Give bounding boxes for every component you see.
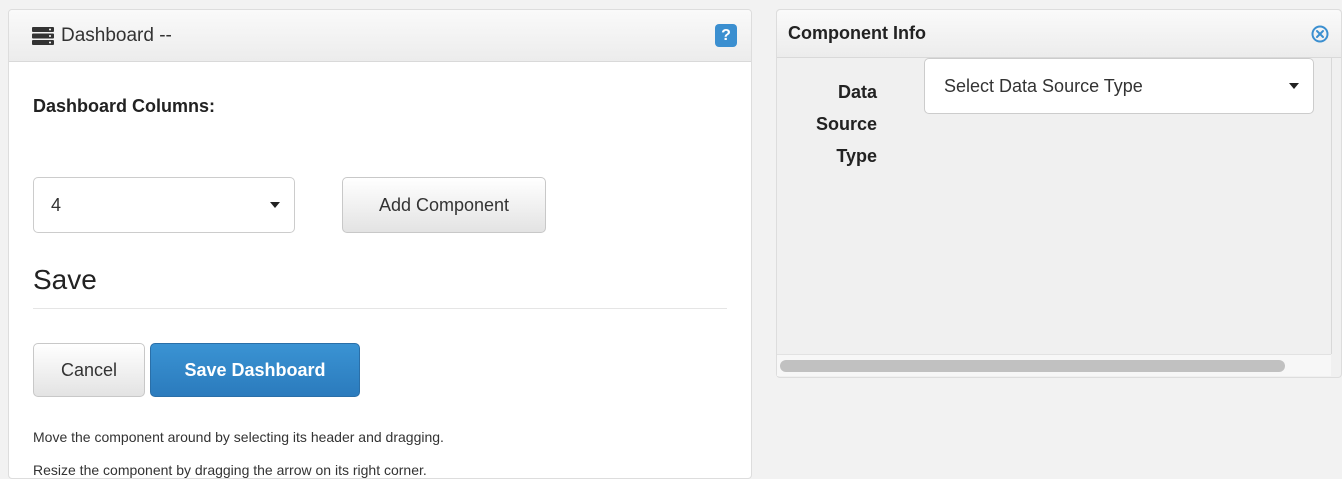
- data-source-label-line-2: Source: [815, 114, 877, 134]
- server-stack-icon: [32, 26, 54, 45]
- cancel-button[interactable]: Cancel: [33, 343, 145, 397]
- help-text-resize: Resize the component by dragging the arr…: [33, 462, 427, 478]
- component-info-panel: Component Info Data Source Type Select D…: [776, 9, 1342, 378]
- scrollbar-thumb[interactable]: [780, 360, 1285, 372]
- horizontal-scrollbar[interactable]: [777, 354, 1331, 376]
- save-dashboard-button[interactable]: Save Dashboard: [150, 343, 360, 397]
- dashboard-title: Dashboard --: [61, 24, 172, 46]
- divider: [33, 308, 727, 309]
- data-source-type-select[interactable]: Select Data Source Type: [924, 58, 1314, 114]
- save-heading: Save: [33, 264, 97, 295]
- question-mark-icon: ?: [721, 26, 731, 44]
- component-info-body: Data Source Type Select Data Source Type: [777, 58, 1331, 354]
- chevron-down-icon: [270, 202, 280, 208]
- dashboard-columns-label: Dashboard Columns:: [33, 96, 216, 116]
- dashboard-columns-value: 4: [51, 194, 62, 215]
- component-info-title: Component Info: [788, 23, 926, 43]
- dashboard-columns-select[interactable]: 4: [33, 177, 295, 233]
- help-button[interactable]: ?: [715, 24, 737, 47]
- data-source-label-line-1: Data: [837, 82, 877, 102]
- data-source-type-value: Select Data Source Type: [944, 75, 1143, 96]
- close-circle-icon[interactable]: [1311, 25, 1329, 43]
- chevron-down-icon: [1289, 83, 1299, 89]
- component-info-header[interactable]: Component Info: [777, 10, 1341, 58]
- help-text-move: Move the component around by selecting i…: [33, 429, 444, 445]
- dashboard-panel-header[interactable]: Dashboard -- ?: [9, 10, 751, 62]
- data-source-label-line-3: Type: [836, 146, 877, 166]
- dashboard-panel: Dashboard -- ? Dashboard Columns: 4 Add …: [8, 9, 752, 479]
- vertical-divider: [1331, 58, 1332, 354]
- data-source-type-label: Data Source Type: [777, 76, 877, 172]
- add-component-button[interactable]: Add Component: [342, 177, 546, 233]
